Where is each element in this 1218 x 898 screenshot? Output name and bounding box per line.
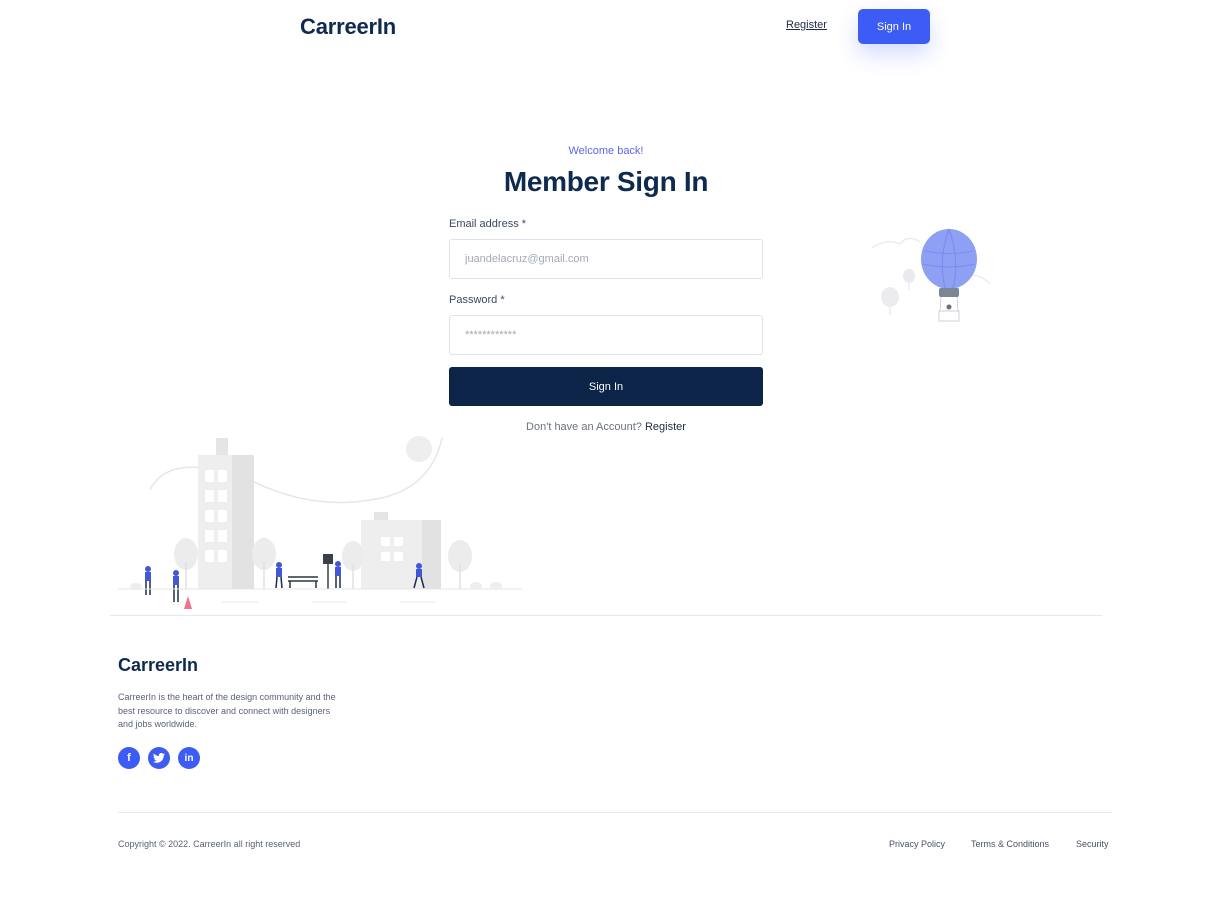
footer-divider (118, 812, 1112, 813)
password-label: Password * (449, 294, 505, 306)
privacy-policy-link[interactable]: Privacy Policy (889, 839, 945, 849)
twitter-bird-glyph (153, 753, 165, 763)
nav-register-link[interactable]: Register (786, 19, 827, 31)
copyright-text: Copyright © 2022. CarreerIn all right re… (118, 839, 301, 849)
footer-logo[interactable]: CarreerIn (118, 655, 198, 676)
terms-conditions-link[interactable]: Terms & Conditions (971, 839, 1049, 849)
city-park-illustration (118, 436, 522, 609)
register-link[interactable]: Register (645, 421, 686, 433)
email-field[interactable] (449, 239, 763, 279)
facebook-icon[interactable]: f (118, 747, 140, 769)
page-title: Member Sign In (503, 166, 709, 197)
footer-description: CarreerIn is the heart of the design com… (118, 692, 336, 729)
no-account-text: Don't have an Account? (526, 421, 642, 433)
email-label: Email address * (449, 218, 527, 230)
password-field[interactable] (449, 315, 763, 355)
nav-signin-button[interactable]: Sign In (858, 9, 930, 44)
brand-logo[interactable]: CarreerIn (300, 14, 396, 40)
security-link[interactable]: Security (1076, 839, 1109, 849)
hot-air-balloon-illustration (871, 228, 991, 322)
linkedin-icon[interactable]: in (178, 747, 200, 769)
signin-submit-button[interactable]: Sign In (449, 367, 763, 406)
twitter-icon[interactable] (148, 747, 170, 769)
section-divider (110, 615, 1102, 616)
welcome-text: Welcome back! (568, 145, 644, 157)
